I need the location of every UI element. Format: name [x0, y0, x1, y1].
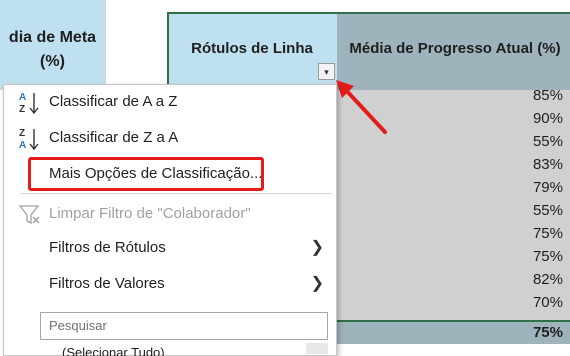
search-input[interactable]: Pesquisar — [40, 312, 328, 340]
menu-item-label-filters[interactable]: Filtros de Rótulos ❯ — [4, 230, 334, 266]
menu-item-clear-filter: Limpar Filtro de "Colaborador" — [4, 196, 334, 232]
value-cell[interactable]: 55% — [337, 199, 563, 222]
value-cell[interactable]: 82% — [337, 268, 563, 291]
chevron-right-icon: ❯ — [310, 275, 324, 292]
blank-column[interactable] — [105, 0, 167, 90]
value-filters-label: Filtros de Valores — [49, 275, 165, 292]
value-cell[interactable]: 79% — [337, 176, 563, 199]
menu-item-sort-za[interactable]: Z A Classificar de Z a A — [4, 120, 334, 156]
list-scrollbar[interactable] — [306, 343, 328, 354]
clear-filter-label: Limpar Filtro de "Colaborador" — [49, 205, 251, 222]
select-all-label: (Selecionar Tudo) — [62, 346, 165, 356]
value-cell[interactable]: 75% — [337, 222, 563, 245]
header-meta-label: dia de Meta (%) — [8, 29, 97, 70]
svg-text:A: A — [19, 92, 26, 103]
sort-az-label: Classificar de A a Z — [49, 93, 178, 110]
chevron-right-icon: ❯ — [310, 239, 324, 256]
menu-item-value-filters[interactable]: Filtros de Valores ❯ — [4, 266, 334, 302]
header-media-label: Média de Progresso Atual (%) — [349, 40, 561, 57]
svg-text:Z: Z — [19, 128, 25, 139]
sort-az-icon: A Z — [18, 90, 40, 115]
menu-item-sort-az[interactable]: A Z Classificar de A a Z — [4, 84, 334, 120]
highlight-box — [28, 157, 264, 191]
svg-text:Z: Z — [19, 104, 25, 115]
value-cell[interactable]: 75% — [337, 245, 563, 268]
svg-text:A: A — [19, 140, 26, 151]
value-cell[interactable]: 70% — [337, 291, 563, 314]
clear-filter-icon — [18, 202, 40, 226]
select-all-item[interactable]: (Selecionar Tudo) — [62, 346, 332, 356]
annotation-arrow-icon — [336, 80, 387, 134]
value-cell[interactable]: 83% — [337, 153, 563, 176]
sort-za-icon: Z A — [18, 126, 40, 151]
label-filters-label: Filtros de Rótulos — [49, 239, 166, 256]
menu-separator — [20, 193, 332, 194]
sort-za-label: Classificar de Z a A — [49, 129, 179, 146]
header-rotulos-label: Rótulos de Linha — [191, 40, 313, 57]
total-value: 75% — [532, 324, 563, 341]
